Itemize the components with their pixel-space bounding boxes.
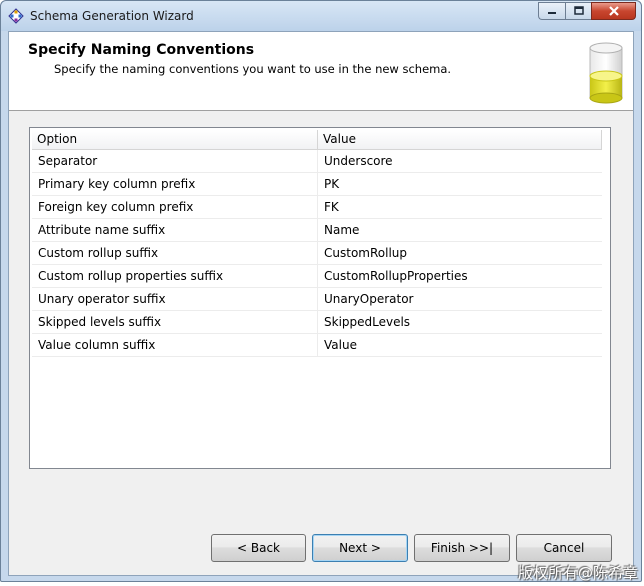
page-title: Specify Naming Conventions — [28, 42, 255, 58]
option-cell: Unary operator suffix — [32, 288, 318, 310]
value-cell[interactable]: PK — [318, 173, 602, 195]
wizard-window: Schema Generation Wizard Specify Naming … — [0, 0, 642, 582]
table-row[interactable]: Unary operator suffix UnaryOperator — [32, 288, 602, 311]
close-icon — [608, 6, 619, 16]
wizard-app-icon — [8, 8, 24, 24]
option-cell: Skipped levels suffix — [32, 311, 318, 333]
option-cell: Custom rollup properties suffix — [32, 265, 318, 287]
value-cell[interactable]: SkippedLevels — [318, 311, 602, 333]
grid-rows: Separator Underscore Primary key column … — [32, 150, 602, 357]
back-button[interactable]: < Back — [211, 534, 306, 562]
table-row[interactable]: Separator Underscore — [32, 150, 602, 173]
window-title: Schema Generation Wizard — [30, 9, 194, 23]
database-cylinder-icon — [589, 42, 623, 104]
minimize-icon — [548, 12, 556, 14]
value-cell[interactable]: FK — [318, 196, 602, 218]
table-row[interactable]: Custom rollup properties suffix CustomRo… — [32, 265, 602, 288]
table-row[interactable]: Value column suffix Value — [32, 334, 602, 357]
maximize-icon — [573, 6, 584, 15]
option-cell: Primary key column prefix — [32, 173, 318, 195]
column-header-option[interactable]: Option — [32, 130, 318, 149]
table-row[interactable]: Attribute name suffix Name — [32, 219, 602, 242]
naming-conventions-grid[interactable]: Option Value Separator Underscore Primar… — [29, 127, 611, 469]
option-cell: Separator — [32, 150, 318, 172]
maximize-button[interactable] — [565, 2, 591, 20]
column-header-value[interactable]: Value — [318, 130, 602, 149]
table-row[interactable]: Primary key column prefix PK — [32, 173, 602, 196]
page-subtitle: Specify the naming conventions you want … — [54, 62, 452, 76]
value-cell[interactable]: CustomRollup — [318, 242, 602, 264]
option-cell: Custom rollup suffix — [32, 242, 318, 264]
wizard-header: Specify Naming Conventions Specify the n… — [9, 32, 633, 111]
option-cell: Attribute name suffix — [32, 219, 318, 241]
value-cell[interactable]: Name — [318, 219, 602, 241]
value-cell[interactable]: Value — [318, 334, 602, 356]
title-bar[interactable]: Schema Generation Wizard — [1, 1, 641, 31]
cancel-button[interactable]: Cancel — [516, 534, 612, 562]
table-row[interactable]: Foreign key column prefix FK — [32, 196, 602, 219]
window-controls — [538, 2, 636, 21]
copyright-watermark: 版权所有@陈希章 — [517, 564, 638, 582]
wizard-client-area: Specify Naming Conventions Specify the n… — [8, 31, 634, 576]
value-cell[interactable]: UnaryOperator — [318, 288, 602, 310]
next-button[interactable]: Next > — [312, 534, 408, 562]
grid-header: Option Value — [32, 130, 602, 150]
value-cell[interactable]: Underscore — [318, 150, 602, 172]
minimize-button[interactable] — [538, 2, 565, 20]
value-cell[interactable]: CustomRollupProperties — [318, 265, 602, 287]
option-cell: Foreign key column prefix — [32, 196, 318, 218]
close-button[interactable] — [591, 2, 636, 20]
option-cell: Value column suffix — [32, 334, 318, 356]
finish-button[interactable]: Finish >>| — [414, 534, 510, 562]
table-row[interactable]: Custom rollup suffix CustomRollup — [32, 242, 602, 265]
table-row[interactable]: Skipped levels suffix SkippedLevels — [32, 311, 602, 334]
